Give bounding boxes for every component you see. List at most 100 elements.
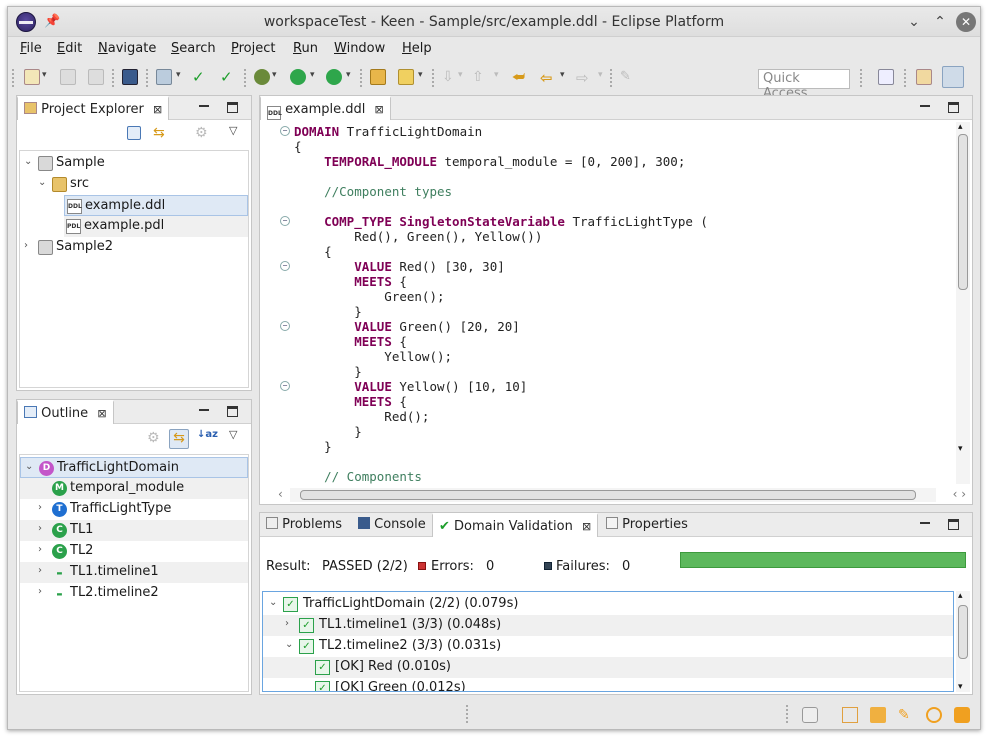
outline-item[interactable]: › - TL1.timeline1 xyxy=(20,562,248,583)
outline-item-selected[interactable]: ⌄ D TrafficLightDomain xyxy=(20,457,248,478)
minimize-panel-icon[interactable] xyxy=(197,404,211,418)
result-row[interactable]: ⌄ ✓ TrafficLightDomain (2/2) (0.079s) xyxy=(263,594,953,615)
toolbar-grip[interactable] xyxy=(360,69,363,87)
toolbar-grip[interactable] xyxy=(432,69,435,87)
code-line[interactable]: Red(); xyxy=(294,409,429,424)
model-dropdown-icon[interactable]: ▾ xyxy=(176,70,181,80)
new-icon[interactable] xyxy=(24,69,40,85)
result-row[interactable]: ⌄ ✓ TL2.timeline2 (3/3) (0.031s) xyxy=(263,636,953,657)
expanded-arrow-icon[interactable]: ⌄ xyxy=(25,461,33,472)
run-last-dropdown-icon[interactable]: ▾ xyxy=(346,70,351,80)
code-line[interactable]: Red(), Green(), Yellow()) xyxy=(294,229,542,244)
code-line[interactable]: VALUE Yellow() [10, 10] xyxy=(294,379,527,394)
scroll-down-icon[interactable]: ▾ xyxy=(958,682,963,692)
scroll-thumb[interactable] xyxy=(958,605,968,659)
minimize-window-button[interactable]: ⌄ xyxy=(904,12,924,32)
scroll-thumb[interactable] xyxy=(958,134,968,290)
expanded-arrow-icon[interactable]: ⌄ xyxy=(38,177,46,188)
save-all-icon[interactable] xyxy=(88,69,104,85)
new-dropdown-icon[interactable]: ▾ xyxy=(42,70,47,80)
run-icon[interactable] xyxy=(290,69,306,85)
open-perspective-icon[interactable] xyxy=(878,69,894,85)
collapse-all-icon[interactable] xyxy=(127,126,141,140)
code-line[interactable]: { xyxy=(294,244,332,259)
status-grip[interactable] xyxy=(466,705,469,723)
code-line[interactable]: //Component types xyxy=(294,184,452,199)
view-menu-icon[interactable]: ▽ xyxy=(229,124,237,137)
tree-item-selected[interactable]: DDL example.ddl xyxy=(64,195,248,216)
toolbar-grip[interactable] xyxy=(12,69,15,87)
search-icon[interactable] xyxy=(398,69,414,85)
code-line[interactable]: // Components xyxy=(294,469,422,484)
maximize-panel-icon[interactable] xyxy=(227,406,238,417)
collapsed-arrow-icon[interactable]: › xyxy=(38,544,42,555)
code-line[interactable]: MEETS { xyxy=(294,274,407,289)
expanded-arrow-icon[interactable]: ⌄ xyxy=(285,639,293,650)
progress-icon[interactable] xyxy=(802,707,818,723)
resource-perspective-icon[interactable] xyxy=(916,69,932,85)
link-with-editor-icon[interactable]: ⇆ xyxy=(169,429,189,449)
terminal-icon[interactable] xyxy=(122,69,138,85)
maximize-window-button[interactable]: ⌃ xyxy=(930,12,950,32)
result-row[interactable]: › ✓ TL1.timeline1 (3/3) (0.048s) xyxy=(263,615,953,636)
scroll-down-icon[interactable]: ▾ xyxy=(958,444,963,454)
minimize-panel-icon[interactable] xyxy=(918,100,932,114)
code-line[interactable]: COMP_TYPE SingletonStateVariable Traffic… xyxy=(294,214,708,229)
tab-project-explorer[interactable]: Project Explorer ⊠ xyxy=(17,96,170,120)
back-icon[interactable]: ⇦ xyxy=(540,69,556,87)
tree-item[interactable]: › Sample2 xyxy=(20,237,248,258)
code-line[interactable]: { xyxy=(294,139,302,154)
filter-icon[interactable]: ⚙ xyxy=(195,125,211,141)
toolbar-grip[interactable] xyxy=(112,69,115,87)
close-tab-icon[interactable]: ⊠ xyxy=(582,520,591,533)
close-tab-icon[interactable]: ⊠ xyxy=(97,407,106,420)
view-menu-icon[interactable]: ▽ xyxy=(229,428,237,441)
code-line[interactable]: } xyxy=(294,304,362,319)
tree-item[interactable]: PDL example.pdl xyxy=(64,216,248,237)
outline-item[interactable]: Mtemporal_module xyxy=(20,478,248,499)
code-line[interactable]: } xyxy=(294,424,362,439)
tab-problems[interactable]: Problems xyxy=(260,513,348,537)
tree-item[interactable]: ⌄ Sample xyxy=(20,153,248,174)
collapsed-arrow-icon[interactable]: › xyxy=(285,618,289,629)
code-line[interactable]: TEMPORAL_MODULE temporal_module = [0, 20… xyxy=(294,154,685,169)
fold-toggle-icon[interactable]: − xyxy=(280,126,290,136)
validate-all-icon[interactable]: ✓ xyxy=(220,69,236,85)
debug-icon[interactable] xyxy=(254,69,270,85)
fold-toggle-icon[interactable]: − xyxy=(280,381,290,391)
menu-project[interactable]: Project xyxy=(231,41,276,56)
tab-example-ddl[interactable]: DDL example.ddl ⊠ xyxy=(260,96,391,120)
menu-search[interactable]: Search xyxy=(171,41,216,56)
code-line[interactable]: DOMAIN TrafficLightDomain xyxy=(294,124,482,139)
maximize-panel-icon[interactable] xyxy=(948,102,959,113)
outline-item[interactable]: › - TL2.timeline2 xyxy=(20,583,248,604)
code-line[interactable]: Yellow(); xyxy=(294,349,452,364)
toolbar-grip[interactable] xyxy=(244,69,247,87)
previous-annotation-dropdown-icon[interactable]: ▾ xyxy=(494,70,499,80)
fold-toggle-icon[interactable]: − xyxy=(280,321,290,331)
editor-vertical-scrollbar[interactable]: ▴ ▾ xyxy=(956,122,970,484)
quick-access-input[interactable]: Quick Access xyxy=(758,69,850,101)
outline-item[interactable]: › T TrafficLightType xyxy=(20,499,248,520)
tab-outline[interactable]: Outline ⊠ xyxy=(17,400,114,424)
tutorial-icon[interactable] xyxy=(870,707,886,723)
link-with-editor-icon[interactable]: ⇆ xyxy=(153,125,169,141)
code-line[interactable]: MEETS { xyxy=(294,394,407,409)
result-row[interactable]: ✓ [OK] Green (0.012s) xyxy=(263,678,953,691)
toolbar-grip[interactable] xyxy=(146,69,149,87)
validate-icon[interactable]: ✓ xyxy=(192,69,208,85)
collapsed-arrow-icon[interactable]: › xyxy=(38,502,42,513)
scroll-up-icon[interactable]: ▴ xyxy=(958,591,963,601)
magic-wand-icon[interactable]: ✎ xyxy=(898,707,914,723)
toolbar-grip[interactable] xyxy=(610,69,613,87)
lifebuoy-icon[interactable] xyxy=(926,707,942,723)
menu-run[interactable]: Run xyxy=(293,41,318,56)
close-tab-icon[interactable]: ⊠ xyxy=(374,103,383,116)
menu-window[interactable]: Window xyxy=(334,41,385,56)
result-row[interactable]: ✓ [OK] Red (0.010s) xyxy=(263,657,953,678)
model-icon[interactable] xyxy=(156,69,172,85)
collapsed-arrow-icon[interactable]: › xyxy=(38,565,42,576)
outline-item[interactable]: › C TL1 xyxy=(20,520,248,541)
menu-file[interactable]: File xyxy=(20,41,42,56)
minimize-panel-icon[interactable] xyxy=(918,517,932,531)
